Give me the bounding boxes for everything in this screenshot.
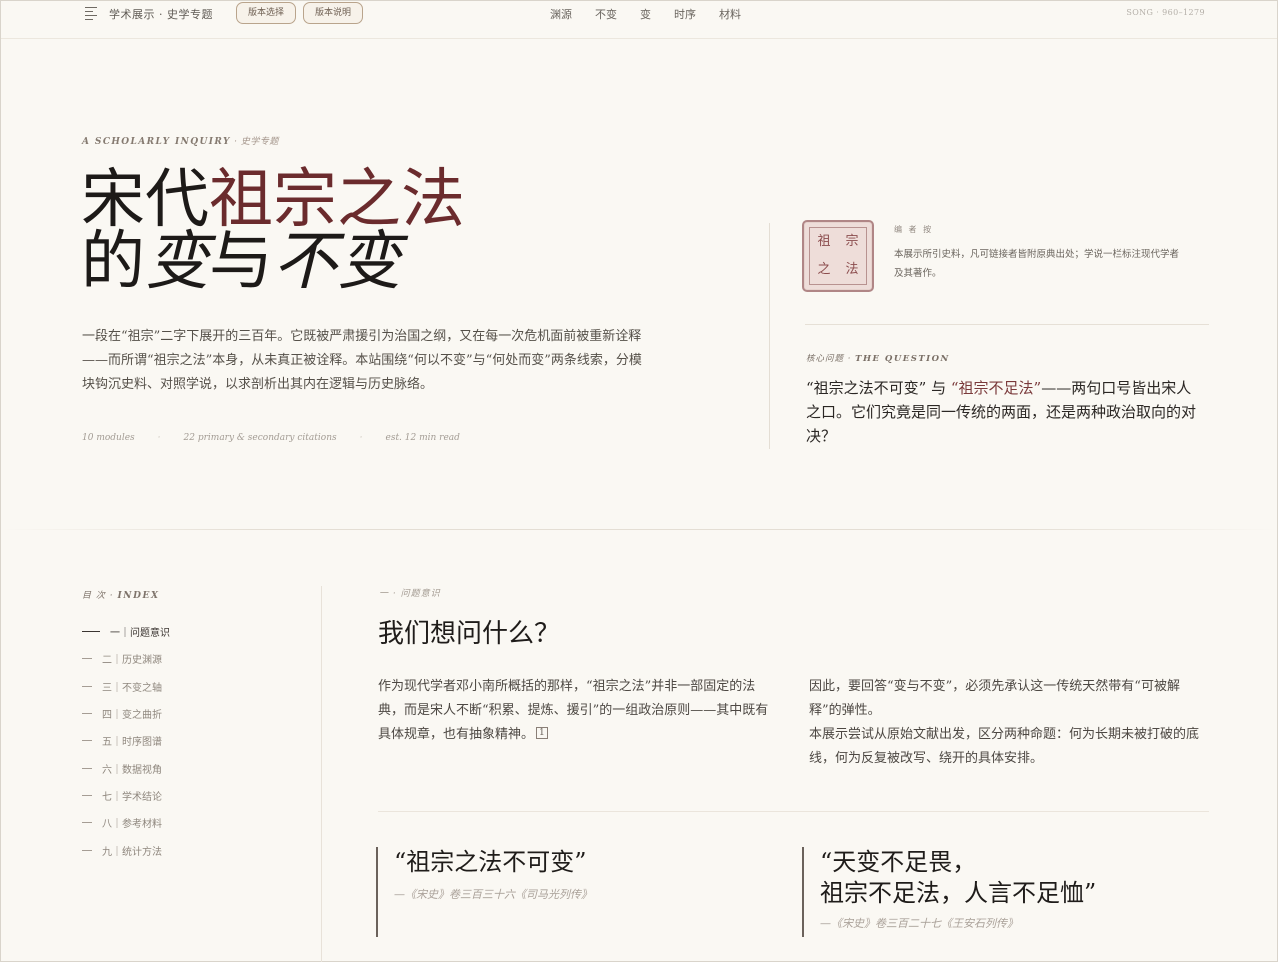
seal-char: 宗	[845, 234, 859, 249]
sidebar-rule	[805, 324, 1209, 325]
index-heading-cn: 目 次	[82, 591, 106, 601]
section-body-right-2: 本展示尝试从原始文献出发，区分两种命题：何为长期未被打破的底线，何为反复被改写、…	[809, 727, 1200, 766]
section-eyebrow: 一 · 问题意识	[379, 589, 441, 599]
index-item-label: 七｜学术结论	[102, 791, 162, 803]
section-body-left: 作为现代学者邓小南所概括的那样，“祖宗之法”并非一部固定的法典，而是宋人不断“积…	[378, 679, 769, 742]
nav-link-change[interactable]: 变	[640, 6, 651, 22]
dash-icon	[82, 658, 92, 660]
hero-meta: 10 modules · 22 primary & secondary cita…	[82, 433, 460, 443]
question-connector: 与	[926, 379, 951, 397]
section-column-left: 作为现代学者邓小南所概括的那样，“祖宗之法”并非一部固定的法典，而是宋人不断“积…	[378, 675, 770, 748]
index-item-7[interactable]: 七｜学术结论	[82, 782, 170, 809]
site-brand[interactable]: 学术展示 · 史学专题	[109, 6, 213, 22]
index-divider	[321, 586, 322, 962]
index-item-label: 一｜问题意识	[110, 628, 170, 640]
editor-note-heading: 编 者 按	[894, 225, 934, 234]
title-de: 的	[81, 225, 145, 299]
dash-icon	[82, 685, 92, 687]
question-slogan-1: “祖宗之法不可变”	[806, 379, 927, 397]
title-bubian: 不变	[273, 225, 401, 299]
index-item-label: 九｜统计方法	[102, 846, 162, 858]
section-column-right: 因此，要回答“变与不变”，必须先承认这一传统天然带有“可被解释”的弹性。 本展示…	[809, 675, 1207, 771]
menu-icon[interactable]	[85, 6, 97, 21]
dash-icon	[82, 822, 92, 824]
dash-icon	[82, 794, 92, 796]
dash-icon	[82, 767, 92, 769]
question-heading: 核心问题 · THE QUESTION	[806, 352, 950, 364]
core-question: “祖宗之法不可变” 与 “祖宗不足法”——两句口号皆出宋人之口。它们究竟是同一传…	[806, 376, 1206, 448]
version-select-button[interactable]: 版本选择	[236, 2, 296, 24]
nav-link-materials[interactable]: 材料	[719, 6, 741, 22]
question-heading-sep: ·	[844, 354, 856, 364]
pull-quote-source: —《宋史》卷三百三十六《司马光列传》	[394, 888, 592, 901]
pull-quote-2: “天变不足畏， 祖宗不足法，人言不足恤” —《宋史》卷三百二十七《王安石列传》	[802, 847, 1096, 937]
footnote-link[interactable]: 1	[536, 727, 548, 739]
meta-separator: ·	[359, 433, 363, 443]
pull-quote-text: “祖宗之法不可变”	[394, 848, 587, 876]
pull-quote-1: “祖宗之法不可变” —《宋史》卷三百三十六《司马光列传》	[376, 847, 592, 937]
pull-quote-line-2: 祖宗不足法，人言不足恤”	[820, 879, 1097, 907]
meta-separator: ·	[157, 433, 161, 443]
main-nav: 渊源 不变 变 时序 材料	[550, 6, 741, 22]
index-list: 一｜问题意识 二｜历史渊源 三｜不变之轴 四｜变之曲折 五｜时序图谱 六｜数据视…	[82, 618, 170, 864]
index-item-1[interactable]: 一｜问题意识	[82, 618, 170, 645]
title-bian: 变	[145, 225, 209, 299]
index-item-label: 八｜参考材料	[102, 819, 162, 831]
index-item-label: 三｜不变之轴	[102, 682, 162, 694]
hero-lead-paragraph: 一段在“祖宗”二字下展开的三百年。它既被严肃援引为治国之纲，又在每一次危机面前被…	[82, 329, 642, 392]
index-item-label: 五｜时序图谱	[102, 737, 162, 749]
dash-icon	[82, 713, 92, 715]
index-item-6[interactable]: 六｜数据视角	[82, 754, 170, 781]
index-item-label: 六｜数据视角	[102, 764, 162, 776]
index-item-9[interactable]: 九｜统计方法	[82, 836, 170, 863]
index-item-label: 二｜历史渊源	[102, 655, 162, 667]
section-divider	[1, 529, 1277, 530]
index-item-3[interactable]: 三｜不变之轴	[82, 673, 170, 700]
seal-stamp: 祖 宗 之 法	[802, 220, 874, 292]
pull-quote-source: —《宋史》卷三百二十七《王安石列传》	[820, 917, 1018, 930]
editor-note-body: 本展示所引史料，凡可链接者皆附原典出处；学说一栏标注现代学者及其著作。	[894, 249, 1180, 279]
period-label: SONG · 960–1279	[1126, 8, 1205, 17]
dash-icon	[82, 849, 92, 851]
title-yu: 与	[209, 225, 273, 299]
index-heading-en: INDEX	[117, 591, 160, 601]
index-item-8[interactable]: 八｜参考材料	[82, 809, 170, 836]
top-navigation-bar: 学术展示 · 史学专题 版本选择 版本说明 渊源 不变 变 时序 材料 SONG…	[1, 1, 1277, 39]
section-body-right-1: 因此，要回答“变与不变”，必须先承认这一传统天然带有“可被解释”的弹性。	[809, 679, 1180, 718]
hero-eyebrow: A SCHOLARLY INQUIRY · 史学专题	[82, 134, 279, 147]
hero-divider	[769, 223, 770, 449]
nav-link-unchanged[interactable]: 不变	[595, 6, 617, 22]
page-title: 宋代祖宗之法 的变与不变	[81, 168, 465, 294]
version-notes-button[interactable]: 版本说明	[303, 2, 363, 24]
seal-char: 法	[845, 262, 859, 277]
meta-read-time: est. 12 min read	[385, 433, 460, 443]
meta-citations: 22 primary & secondary citations	[183, 433, 337, 443]
seal-char: 祖	[817, 234, 831, 249]
index-item-label: 四｜变之曲折	[102, 710, 162, 722]
dash-icon	[82, 740, 92, 742]
nav-link-timeline[interactable]: 时序	[674, 6, 696, 22]
eyebrow-separator: ·	[230, 137, 241, 147]
question-heading-en: THE QUESTION	[855, 354, 950, 364]
pull-quote-line-1: “天变不足畏，	[820, 848, 977, 876]
question-slogan-2: “祖宗不足法”	[950, 379, 1042, 397]
index-item-5[interactable]: 五｜时序图谱	[82, 727, 170, 754]
eyebrow-en: A SCHOLARLY INQUIRY	[82, 137, 231, 147]
meta-modules: 10 modules	[82, 433, 135, 443]
eyebrow-cn: 史学专题	[240, 137, 279, 147]
index-heading-sep: ·	[105, 591, 118, 601]
seal-char: 之	[817, 262, 831, 277]
section-title: 我们想问什么？	[378, 619, 561, 649]
index-item-4[interactable]: 四｜变之曲折	[82, 700, 170, 727]
index-heading: 目 次 · INDEX	[82, 588, 160, 601]
index-item-2[interactable]: 二｜历史渊源	[82, 645, 170, 672]
dash-icon	[82, 631, 100, 633]
question-heading-cn: 核心问题	[806, 354, 845, 364]
nav-link-origins[interactable]: 渊源	[550, 6, 572, 22]
quotes-rule	[378, 811, 1209, 812]
